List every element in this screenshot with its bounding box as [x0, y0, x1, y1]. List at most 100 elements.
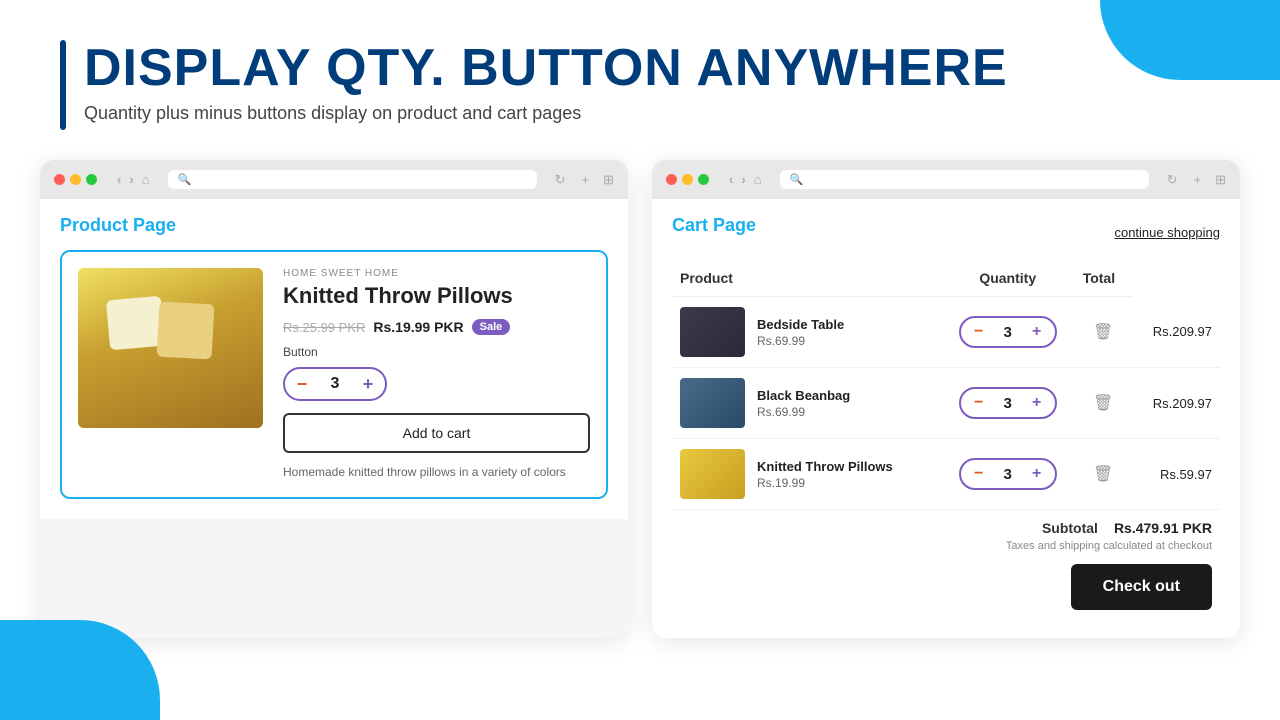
grid-icon-cart: ⊞ [1215, 172, 1226, 188]
cart-product-info-3: Knitted Throw Pillows Rs.19.99 [680, 449, 933, 499]
browser-titlebar-cart: ‹ › ⌂ 🔍 ↻ + ⊞ [652, 160, 1240, 199]
dot-red-cart [666, 174, 677, 185]
product-card: HOME SWEET HOME Knitted Throw Pillows Rs… [60, 250, 608, 499]
cart-qty-cell-1: − 3 + [941, 297, 1075, 368]
qty-value: 3 [325, 375, 345, 393]
cart-delete-button-1[interactable]: 🗑 [1093, 322, 1113, 342]
subtotal-label: Subtotal [1042, 520, 1098, 536]
cart-qty-control-3: − 3 + [959, 458, 1057, 490]
table-row: Knitted Throw Pillows Rs.19.99 − 3 + [672, 439, 1220, 510]
pillow1-decor [106, 296, 165, 351]
dot-yellow-cart [682, 174, 693, 185]
cart-product-cell-2: Black Beanbag Rs.69.99 [672, 368, 941, 439]
accent-bar [60, 40, 66, 130]
cart-page-label: Cart Page [672, 215, 756, 236]
back-arrow-icon: ‹ [117, 172, 121, 187]
cart-browser-content: Cart Page continue shopping Product Quan… [652, 199, 1240, 638]
dot-red [54, 174, 65, 185]
product-image [78, 268, 263, 428]
browser-dots [54, 174, 97, 185]
cart-qty-cell-2: − 3 + [941, 368, 1075, 439]
original-price: Rs.25.99 PKR [283, 320, 365, 335]
cart-delete-cell-3: 🗑 [1075, 439, 1132, 510]
cart-product-name-3: Knitted Throw Pillows [757, 459, 893, 474]
add-to-cart-button[interactable]: Add to cart [283, 413, 590, 453]
browser-dots-cart [666, 174, 709, 185]
cart-total-3: Rs.59.97 [1132, 439, 1220, 510]
dot-yellow [70, 174, 81, 185]
checkout-row: Check out [672, 564, 1220, 618]
cart-qty-increase-1[interactable]: + [1027, 322, 1047, 342]
search-icon-cart: 🔍 [790, 173, 804, 186]
cart-panel: ‹ › ⌂ 🔍 ↻ + ⊞ Cart Page continue shoppin… [652, 160, 1240, 638]
cart-qty-cell-3: − 3 + [941, 439, 1075, 510]
home-icon-cart: ⌂ [754, 172, 762, 187]
cart-qty-control-2: − 3 + [959, 387, 1057, 419]
reload-icon-cart: ↻ [1167, 172, 1178, 188]
cart-qty-increase-3[interactable]: + [1027, 464, 1047, 484]
cart-qty-value-3: 3 [999, 466, 1017, 483]
cart-product-cell-1: Bedside Table Rs.69.99 [672, 297, 941, 368]
tax-note: Taxes and shipping calculated at checkou… [672, 540, 1220, 564]
cart-product-name-1: Bedside Table [757, 317, 844, 332]
browser-addressbar-cart: 🔍 [780, 170, 1149, 189]
sale-badge: Sale [472, 319, 511, 335]
cart-qty-value-2: 3 [999, 395, 1017, 412]
subtotal-row: Subtotal Rs.479.91 PKR [672, 510, 1220, 540]
col-header-total: Total [1075, 264, 1132, 297]
subtitle: Quantity plus minus buttons display on p… [84, 103, 1008, 124]
cart-product-name-2: Black Beanbag [757, 388, 850, 403]
product-description: Homemade knitted throw pillows in a vari… [283, 463, 590, 481]
cart-qty-decrease-1[interactable]: − [969, 322, 989, 342]
forward-arrow-icon-cart: › [741, 172, 745, 187]
bedside-image [680, 307, 745, 357]
home-icon: ⌂ [142, 172, 150, 187]
brand-label: HOME SWEET HOME [283, 268, 590, 279]
add-tab-icon-cart: + [1194, 172, 1202, 187]
cart-product-img-3 [680, 449, 745, 499]
cart-qty-decrease-3[interactable]: − [969, 464, 989, 484]
table-row: Bedside Table Rs.69.99 − 3 + [672, 297, 1220, 368]
cart-product-info-2: Black Beanbag Rs.69.99 [680, 378, 933, 428]
search-icon: 🔍 [178, 173, 192, 186]
qty-increase-button[interactable]: + [357, 373, 379, 395]
checkout-button[interactable]: Check out [1071, 564, 1212, 610]
product-browser-content: Product Page HOME SWEET HOME Knitted Thr… [40, 199, 628, 519]
cart-qty-control-1: − 3 + [959, 316, 1057, 348]
cart-product-text-1: Bedside Table Rs.69.99 [757, 317, 844, 348]
reload-icon: ↻ [555, 172, 566, 188]
cart-product-text-3: Knitted Throw Pillows Rs.19.99 [757, 459, 893, 490]
dot-green-cart [698, 174, 709, 185]
cart-qty-decrease-2[interactable]: − [969, 393, 989, 413]
panels-container: ‹ › ⌂ 🔍 ↻ + ⊞ Product Page [0, 160, 1280, 638]
back-arrow-icon-cart: ‹ [729, 172, 733, 187]
qty-decrease-button[interactable]: − [291, 373, 313, 395]
cart-delete-button-3[interactable]: 🗑 [1093, 464, 1113, 484]
cart-qty-increase-2[interactable]: + [1027, 393, 1047, 413]
cart-product-price-2: Rs.69.99 [757, 405, 850, 419]
browser-nav: ‹ › ⌂ [117, 172, 150, 187]
cart-product-cell-3: Knitted Throw Pillows Rs.19.99 [672, 439, 941, 510]
dot-green [86, 174, 97, 185]
button-label: Button [283, 345, 590, 359]
price-row: Rs.25.99 PKR Rs.19.99 PKR Sale [283, 319, 590, 335]
cart-delete-cell-1: 🗑 [1075, 297, 1132, 368]
cart-delete-button-2[interactable]: 🗑 [1093, 393, 1113, 413]
cart-product-img-1 [680, 307, 745, 357]
beanbag-image [680, 378, 745, 428]
cart-header-row: Cart Page continue shopping [672, 215, 1220, 250]
cart-delete-cell-2: 🗑 [1075, 368, 1132, 439]
cart-total-2: Rs.209.97 [1132, 368, 1220, 439]
browser-nav-cart: ‹ › ⌂ [729, 172, 762, 187]
header: DISPLAY QTY. BUTTON ANYWHERE Quantity pl… [0, 0, 1280, 150]
cart-total-1: Rs.209.97 [1132, 297, 1220, 368]
cart-product-price-1: Rs.69.99 [757, 334, 844, 348]
continue-shopping-link[interactable]: continue shopping [1114, 225, 1220, 240]
main-title: DISPLAY QTY. BUTTON ANYWHERE [84, 40, 1008, 97]
cart-product-price-3: Rs.19.99 [757, 476, 893, 490]
table-row: Black Beanbag Rs.69.99 − 3 + [672, 368, 1220, 439]
subtotal-value: Rs.479.91 PKR [1114, 520, 1212, 536]
pillows-image [680, 449, 745, 499]
cart-product-img-2 [680, 378, 745, 428]
product-details: HOME SWEET HOME Knitted Throw Pillows Rs… [283, 268, 590, 481]
